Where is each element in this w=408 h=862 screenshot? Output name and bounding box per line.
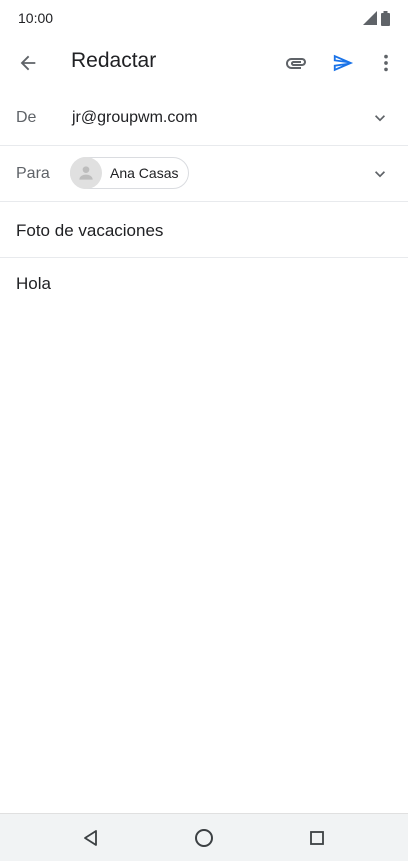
signal-icon	[363, 11, 377, 25]
back-button[interactable]	[4, 39, 52, 87]
to-label: Para	[16, 165, 50, 182]
send-icon	[333, 54, 354, 72]
to-row: Para Ana Casas	[0, 146, 408, 202]
battery-icon	[381, 10, 390, 26]
from-expand-button[interactable]	[356, 94, 404, 142]
more-vert-icon	[384, 54, 388, 72]
nav-home-button[interactable]	[180, 814, 228, 862]
home-circle-icon	[195, 829, 213, 847]
page-title: Redactar	[71, 49, 157, 72]
body-field[interactable]: Hola	[16, 274, 51, 294]
attach-button[interactable]	[272, 39, 320, 87]
to-expand-button[interactable]	[356, 150, 404, 198]
nav-recents-button[interactable]	[293, 814, 341, 862]
recipient-name: Ana Casas	[110, 165, 179, 181]
app-bar: Redactar	[0, 36, 408, 90]
from-label: De	[16, 109, 37, 126]
avatar	[70, 157, 102, 189]
from-account-selector[interactable]: jr@groupwm.com	[72, 109, 198, 127]
person-icon	[79, 166, 93, 180]
arrow-back-icon	[20, 55, 36, 71]
nav-back-button[interactable]	[67, 814, 115, 862]
back-triangle-icon	[84, 830, 97, 846]
attach-icon	[286, 58, 306, 69]
subject-field[interactable]: Foto de vacaciones	[16, 221, 163, 241]
from-row: De jr@groupwm.com	[0, 90, 408, 146]
send-button[interactable]	[319, 39, 367, 87]
system-nav-bar	[0, 813, 408, 861]
recents-square-icon	[310, 831, 324, 845]
status-icons	[363, 10, 390, 26]
subject-row: Foto de vacaciones	[0, 202, 408, 258]
more-options-button[interactable]	[362, 39, 408, 87]
chevron-down-icon	[375, 115, 385, 122]
status-time: 10:00	[18, 9, 54, 26]
status-bar: 10:00	[0, 0, 408, 36]
chevron-down-icon	[375, 171, 385, 178]
recipient-chip[interactable]: Ana Casas	[70, 157, 190, 189]
